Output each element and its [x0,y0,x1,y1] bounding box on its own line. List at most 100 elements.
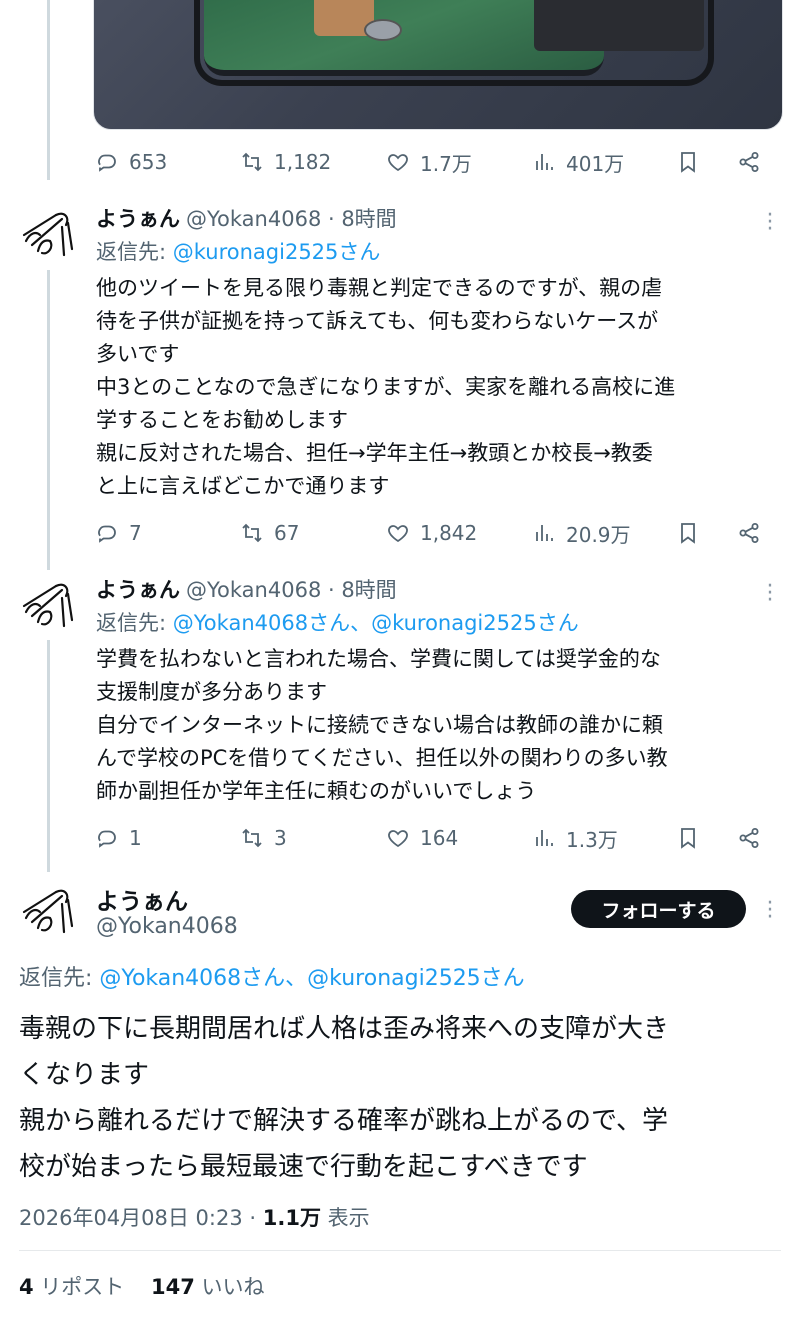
views-button[interactable]: 401万 [532,148,624,177]
engagement-stats: 4 リポスト 147 いいね [19,1271,265,1301]
views-total: 1.1万 [262,1206,321,1230]
tweet-photo[interactable] [93,0,783,130]
more-options-button[interactable]: · · · [760,893,780,930]
dot-icon: · [766,217,774,242]
tweet-line: 中3とのことなので急ぎになりますが、実家を離れる高校に進 [96,375,676,399]
tweet-line: と上に言えばどこかで通ります [96,474,390,498]
like-count-total: 147 [151,1275,195,1299]
reply-button[interactable]: 7 [95,521,142,545]
retweet-icon [242,523,262,543]
reply-icon [98,154,116,172]
views-label: 表示 [320,1206,370,1230]
tweet-text: 毒親の下に長期間居れば人格は歪み将来への支障が大き くなります 親から離れるだけ… [19,1006,669,1190]
action-bar: 1 3 164 1.3万 [0,823,800,853]
like-button[interactable]: 1,842 [386,521,477,545]
dot-icon: · [766,588,774,613]
reply-to: 返信先: @Yokan4068さん、@kuronagi2525さん [96,607,579,637]
photo-battery [534,0,704,51]
views-icon [536,525,553,541]
more-options-button[interactable]: · · · [760,205,780,242]
bookmark-button[interactable] [676,150,700,174]
retweet-count: 3 [274,826,287,850]
reply-icon [98,830,116,848]
like-button[interactable]: 164 [386,826,458,850]
retweet-count: 67 [274,521,300,545]
bookmark-icon [681,152,695,173]
author-meta[interactable]: @Yokan4068 · 8時間 [186,203,397,233]
tweet-line: んで学校のPCを借りてください、担任以外の関わりの多い教 [96,746,668,770]
tweet-text: 他のツイートを見る限り毒親と判定できるのですが、親の虐 待を子供が証拠を持って訴… [96,272,786,503]
reply-to-link[interactable]: @kuronagi2525さん [173,240,381,264]
reply-count: 653 [129,150,168,174]
reply-button[interactable]: 653 [95,150,167,174]
like-count: 164 [420,826,459,850]
avatar-sketch-icon [22,889,74,934]
tweet-line: 校が始まったら最短最速で行動を起こすべきです [19,1152,588,1182]
bookmark-button[interactable] [676,826,700,850]
reply-to: 返信先: @kuronagi2525さん [96,236,380,266]
share-icon [739,152,759,172]
bookmark-button[interactable] [676,521,700,545]
author-handle[interactable]: @Yokan4068 [96,914,238,939]
avatar-sketch-icon [22,583,74,628]
dot-icon: · [766,905,774,930]
tweet-line: くなります [19,1060,150,1090]
author-meta[interactable]: @Yokan4068 · 8時間 [186,574,397,604]
tweet-header: ようぁん @Yokan4068 · 8時間 [96,203,397,233]
retweet-button[interactable]: 3 [240,826,287,850]
views-count: 401万 [566,151,625,176]
views-button[interactable]: 1.3万 [532,824,618,853]
photo-coin-cell [364,19,402,41]
action-bar: 7 67 1,842 20.9万 [0,518,800,548]
views-count: 20.9万 [566,522,631,547]
author-name[interactable]: ようぁん [96,882,188,916]
repost-stat[interactable]: 4 リポスト [19,1275,124,1299]
timestamp-text[interactable]: 2026年04月08日 0:23 · [19,1206,263,1230]
like-count: 1.7万 [420,151,472,176]
reply-button[interactable]: 1 [95,826,142,850]
author-name[interactable]: ようぁん [96,574,180,604]
like-button[interactable]: 1.7万 [386,148,472,177]
views-icon [536,830,553,846]
repost-count: 4 [19,1275,34,1299]
tweet-line: 親から離れるだけで解決する確率が跳ね上がるので、学 [19,1106,668,1136]
tweet-line: 自分でインターネットに接続できない場合は教師の誰かに頼 [96,713,663,737]
avatar[interactable] [18,205,78,265]
author-name[interactable]: ようぁん [96,203,180,233]
reply-icon [98,525,116,543]
avatar[interactable] [18,882,78,942]
views-icon [536,154,553,170]
heart-icon [388,154,408,172]
tweet-line: 支援制度が多分あります [96,680,327,704]
reply-to-link[interactable]: @Yokan4068さん、@kuronagi2525さん [173,611,579,635]
retweet-button[interactable]: 1,182 [240,150,331,174]
tweet-line: 師か副担任か学年主任に頼むのがいいでしょう [96,779,537,803]
tweet-line: 学費を払わないと言われた場合、学費に関しては奨学金的な [96,647,661,671]
tweet-header: ようぁん @Yokan4068 · 8時間 [96,574,397,604]
tweet-timestamp: 2026年04月08日 0:23 · 1.1万 表示 [19,1202,370,1232]
repost-label: リポスト [33,1275,125,1299]
views-button[interactable]: 20.9万 [532,519,631,548]
share-button[interactable] [737,521,761,545]
follow-button[interactable]: フォローする [571,890,746,928]
tweet-line: 他のツイートを見る限り毒親と判定できるのですが、親の虐 [96,276,663,300]
share-button[interactable] [737,826,761,850]
action-bar: 653 1,182 1.7万 401万 [0,147,800,177]
avatar-sketch-icon [22,212,74,257]
reply-to-link[interactable]: @Yokan4068さん、@kuronagi2525さん [99,966,524,991]
share-button[interactable] [737,150,761,174]
more-options-button[interactable]: · · · [760,576,780,613]
bookmark-icon [681,828,695,849]
retweet-icon [242,828,262,848]
like-stat[interactable]: 147 いいね [151,1275,265,1299]
tweet-line: 毒親の下に長期間居れば人格は歪み将来への支障が大き [19,1014,670,1044]
reply-to-prefix: 返信先: [19,966,93,991]
avatar[interactable] [18,576,78,636]
retweet-button[interactable]: 67 [240,521,299,545]
divider [19,1250,781,1251]
views-count: 1.3万 [566,827,618,852]
reply-to-prefix: 返信先: [96,240,167,264]
reply-to: 返信先: @Yokan4068さん、@kuronagi2525さん [19,960,525,992]
heart-icon [388,525,408,543]
share-icon [739,828,759,848]
